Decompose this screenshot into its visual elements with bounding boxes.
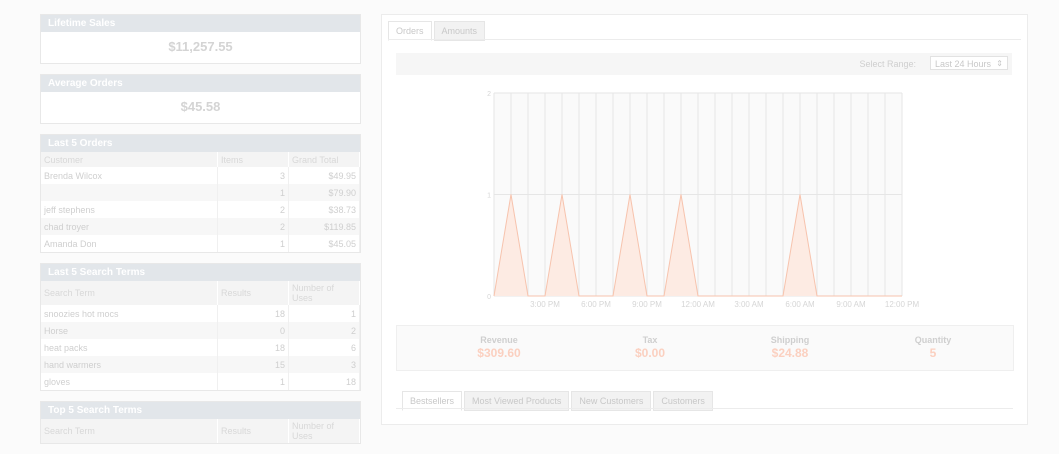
table-row[interactable]: snoozies hot mocs 18 1 [41,305,360,322]
last-search-table: Search Term Results Number of Uses snooz… [41,281,360,390]
total-quantity-label: Quantity [914,335,952,345]
table-row[interactable]: Horse 0 2 [41,322,360,339]
table-row[interactable]: chad troyer 2 $119.85 [41,218,360,235]
range-select[interactable]: Last 24 Hours ⇕ [930,56,1008,70]
tab-amounts[interactable]: Amounts [433,21,486,41]
order-total: $79.90 [288,184,360,201]
chart-tabs: Orders Amounts [388,21,487,41]
range-select-value: Last 24 Hours [935,59,992,69]
column-header-search-term: Search Term [41,281,218,305]
chart-x-tick-label: 3:00 PM [530,300,560,309]
search-term: heat packs [41,339,218,356]
last-orders-title: Last 5 Orders [41,135,360,152]
table-row[interactable]: heat packs 18 6 [41,339,360,356]
total-tax-label: Tax [642,335,658,345]
search-results: 0 [217,322,289,339]
search-uses: 3 [288,356,360,373]
search-uses: 6 [288,339,360,356]
chart-x-tick-label: 12:00 AM [681,300,715,309]
order-items: 1 [217,184,289,201]
table-row[interactable]: 1 $79.90 [41,184,360,201]
order-customer [41,184,218,201]
column-header-number-of-uses: Number of Uses [288,281,360,305]
total-tax: Tax $0.00 [605,335,695,360]
last-search-title: Last 5 Search Terms [41,264,360,281]
dashboard-chart-panel: Orders Amounts Select Range: Last 24 Hour… [381,14,1028,425]
totals-bar: Revenue $309.60 Tax $0.00 Shipping $24.8… [396,325,1014,371]
last-search-box: Last 5 Search Terms Search Term Results … [40,263,361,391]
last-orders-box: Last 5 Orders Customer Items Grand Total… [40,134,361,253]
range-label: Select Range: [859,59,916,69]
column-header-customer: Customer [41,152,218,167]
total-shipping-value: $24.88 [771,346,809,360]
table-row[interactable]: Brenda Wilcox 3 $49.95 [41,167,360,184]
chart-x-tick-label: 9:00 PM [632,300,662,309]
average-orders-value: $45.58 [180,99,221,114]
order-items: 2 [217,201,289,218]
top-search-title: Top 5 Search Terms [41,402,360,419]
order-total: $119.85 [288,218,360,235]
average-orders-box: Average Orders $45.58 [40,74,361,124]
average-orders-title: Average Orders [41,75,360,92]
order-customer: chad troyer [41,218,218,235]
search-term: gloves [41,373,218,390]
search-term: hand warmers [41,356,218,373]
total-shipping: Shipping $24.88 [745,335,835,360]
select-arrows-icon: ⇕ [996,59,1003,68]
total-shipping-label: Shipping [770,335,810,345]
table-row[interactable]: Amanda Don 1 $45.05 [41,235,360,252]
order-items: 2 [217,218,289,235]
total-tax-value: $0.00 [634,346,666,360]
lifetime-sales-title: Lifetime Sales [41,15,360,32]
chart-y-tick-label: 0 [487,294,491,301]
order-customer: Brenda Wilcox [41,167,218,184]
left-column: Lifetime Sales $11,257.55 Average Orders… [40,14,361,454]
order-customer: jeff stephens [41,201,218,218]
bottom-tab-divider [396,408,1013,409]
total-revenue-value: $309.60 [477,346,521,360]
table-row[interactable]: gloves 1 18 [41,373,360,390]
chart-x-tick-label: 6:00 AM [785,300,815,309]
tab-divider [388,39,1021,40]
total-revenue: Revenue $309.60 [454,335,544,360]
lifetime-sales-value: $11,257.55 [168,39,233,54]
search-uses: 2 [288,322,360,339]
orders-chart: 0 1 2 3:00 PM 6:00 PM 9:00 PM 12:00 AM 3:00 AM 6… [487,91,920,309]
chart-x-tick-label: 6:00 PM [581,300,611,309]
search-results: 18 [217,305,289,322]
table-row[interactable]: hand warmers 15 3 [41,356,360,373]
search-term: snoozies hot mocs [41,305,218,322]
column-header-results: Results [217,281,289,305]
search-term: Horse [41,322,218,339]
order-total: $45.05 [288,235,360,252]
order-total: $38.73 [288,201,360,218]
total-revenue-label: Revenue [480,335,518,345]
tab-orders[interactable]: Orders [388,21,432,41]
column-header-grand-total: Grand Total [288,152,360,167]
order-items: 1 [217,235,289,252]
search-results: 18 [217,339,289,356]
chart-x-tick-label: 12:00 PM [885,300,920,309]
chart-x-tick-label: 3:00 AM [734,300,764,309]
total-quantity-value: 5 [929,346,937,360]
lifetime-sales-box: Lifetime Sales $11,257.55 [40,14,361,64]
search-results: 1 [217,373,289,390]
search-uses: 18 [288,373,360,390]
order-total: $49.95 [288,167,360,184]
column-header-items: Items [217,152,289,167]
search-uses: 1 [288,305,360,322]
last-orders-table: Customer Items Grand Total Brenda Wilcox… [41,152,360,252]
chart-y-tick-label: 1 [487,193,491,200]
order-items: 3 [217,167,289,184]
search-results: 15 [217,356,289,373]
chart-x-tick-label: 9:00 AM [836,300,866,309]
range-bar: Select Range: Last 24 Hours ⇕ [396,53,1012,75]
order-customer: Amanda Don [41,235,218,252]
chart-y-tick-label: 2 [487,91,491,98]
table-row[interactable]: jeff stephens 2 $38.73 [41,201,360,218]
total-quantity: Quantity 5 [888,335,978,360]
